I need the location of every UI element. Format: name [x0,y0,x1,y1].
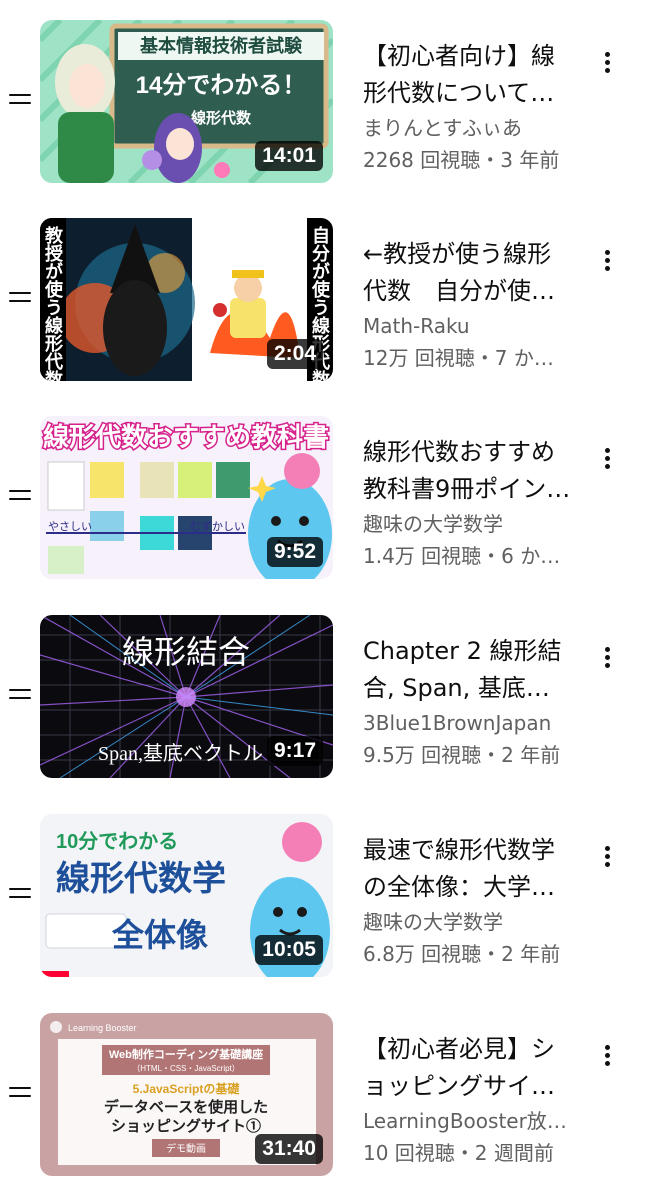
video-thumbnail[interactable]: 教授が使う線形代数 自分が使う線形代数 2:04 [40,218,333,381]
thumb-text: 基本情報技術者試験 [139,35,303,56]
more-options-icon[interactable] [598,248,618,274]
video-title[interactable]: ←教授が使う線形代数 自分が使う線形代数 [363,236,573,310]
video-title[interactable]: 【初心者必見】ショッピングサイト作成 [363,1031,573,1105]
video-thumbnail[interactable]: Learning Booster Web制作コーディング基礎講座 （HTML・C… [40,1013,333,1176]
thumb-text: ショッピングサイト① [111,1117,261,1135]
view-count-and-age: 2268 回視聴・3 年前 [363,148,560,172]
video-metadata[interactable]: 線形代数おすすめ教科書9冊ポイント解説 趣味の大学数学 1.4万 回視聴・6 か… [363,434,573,572]
thumb-text: データベースを使用した [104,1098,268,1116]
thumb-text: デモ動画 [166,1142,206,1155]
view-count-and-age: 9.5万 回視聴・2 年前 [363,743,561,767]
thumb-text: Span,基底ベクトル [98,742,263,765]
playlist-item[interactable]: 線形代数おすすめ教科書 やさしい むずかしい 9:52 線形代数おすすめ教科書9… [0,416,659,580]
video-title[interactable]: 最速で線形代数学の全体像：大学数学 [363,832,573,906]
thumb-text: Learning Booster [68,1023,137,1033]
thumb-text: 教授が使う線形代数 [43,225,64,381]
video-thumbnail[interactable]: 基本情報技術者試験 14分でわかる！ 線形代数 14:01 [40,20,333,183]
video-metadata[interactable]: 【初心者必見】ショッピングサイト作成 LearningBooster放課後 10… [363,1031,573,1169]
channel-name: Math-Raku [363,314,470,338]
thumb-text: やさしい [48,520,92,533]
thumb-text: 10分でわかる [56,830,178,853]
thumb-text: 全体像 [111,917,208,953]
video-metadata[interactable]: 【初心者向け】線形代数についての基本 まりんとすふぃあ 2268 回視聴・3 年… [363,38,573,176]
video-metadata[interactable]: 最速で線形代数学の全体像：大学数学 趣味の大学数学 6.8万 回視聴・2 年前 [363,832,573,970]
thumb-text: Web制作コーディング基礎講座 [109,1047,263,1061]
playlist-item[interactable]: 10分でわかる 線形代数学 全体像 10:05 最速で線形代数学の全体像：大学数… [0,814,659,978]
thumb-text: 線形代数 [191,109,252,127]
channel-name: 趣味の大学数学 [363,512,503,536]
more-options-icon[interactable] [598,844,618,870]
video-title[interactable]: 【初心者向け】線形代数についての基本 [363,38,573,112]
video-thumbnail[interactable]: 線形結合 Span,基底ベクトル 9:17 [40,615,333,778]
thumb-text: 14分でわかる！ [136,72,307,99]
video-duration: 9:52 [266,537,323,567]
drag-handle-icon[interactable] [9,687,31,701]
video-title[interactable]: 線形代数おすすめ教科書9冊ポイント解説 [363,434,573,508]
thumb-text: 線形結合 [122,634,250,670]
view-count-and-age: 12万 回視聴・7 か月前 [363,346,573,370]
watch-progress-bar [40,971,70,977]
video-title[interactable]: Chapter 2 線形結合, Span, 基底ベクトル [363,633,573,707]
thumb-text: むずかしい [190,520,245,533]
drag-handle-icon[interactable] [9,488,31,502]
drag-handle-icon[interactable] [9,92,31,106]
view-count-and-age: 6.8万 回視聴・2 年前 [363,942,561,966]
more-options-icon[interactable] [598,446,618,472]
video-thumbnail[interactable]: 10分でわかる 線形代数学 全体像 10:05 [40,814,333,977]
video-duration: 31:40 [255,1134,323,1164]
thumb-text: 線形代数おすすめ教科書 [43,422,329,452]
more-options-icon[interactable] [598,1043,618,1069]
video-duration: 14:01 [255,141,323,171]
playlist-item[interactable]: Learning Booster Web制作コーディング基礎講座 （HTML・C… [0,1013,659,1177]
video-duration: 10:05 [255,935,323,965]
channel-name: 3Blue1BrownJapan [363,711,552,735]
drag-handle-icon[interactable] [9,886,31,900]
thumb-text: （HTML・CSS・JavaScript） [132,1064,240,1073]
playlist-item[interactable]: 基本情報技術者試験 14分でわかる！ 線形代数 14:01 【初心者向け】線形代… [0,20,659,184]
view-count-and-age: 10 回視聴・2 週間前 [363,1141,554,1165]
drag-handle-icon[interactable] [9,1085,31,1099]
video-duration: 9:17 [266,736,323,766]
view-count-and-age: 1.4万 回視聴・6 か月前 [363,544,573,568]
playlist-item[interactable]: 線形結合 Span,基底ベクトル 9:17 Chapter 2 線形結合, Sp… [0,615,659,779]
video-duration: 2:04 [266,339,323,369]
playlist-item[interactable]: 教授が使う線形代数 自分が使う線形代数 2:04 ←教授が使う線形代数 自分が使… [0,218,659,382]
video-metadata[interactable]: Chapter 2 線形結合, Span, 基底ベクトル 3Blue1Brown… [363,633,573,771]
more-options-icon[interactable] [598,50,618,76]
channel-name: LearningBooster放課後 [363,1109,573,1133]
video-thumbnail[interactable]: 線形代数おすすめ教科書 やさしい むずかしい 9:52 [40,416,333,579]
thumb-text: 5.JavaScriptの基礎 [133,1081,241,1096]
channel-name: まりんとすふぃあ [363,116,522,140]
drag-handle-icon[interactable] [9,290,31,304]
video-metadata[interactable]: ←教授が使う線形代数 自分が使う線形代数 Math-Raku 12万 回視聴・7… [363,236,573,374]
thumb-text: 線形代数学 [56,859,226,898]
channel-name: 趣味の大学数学 [363,910,503,934]
more-options-icon[interactable] [598,645,618,671]
